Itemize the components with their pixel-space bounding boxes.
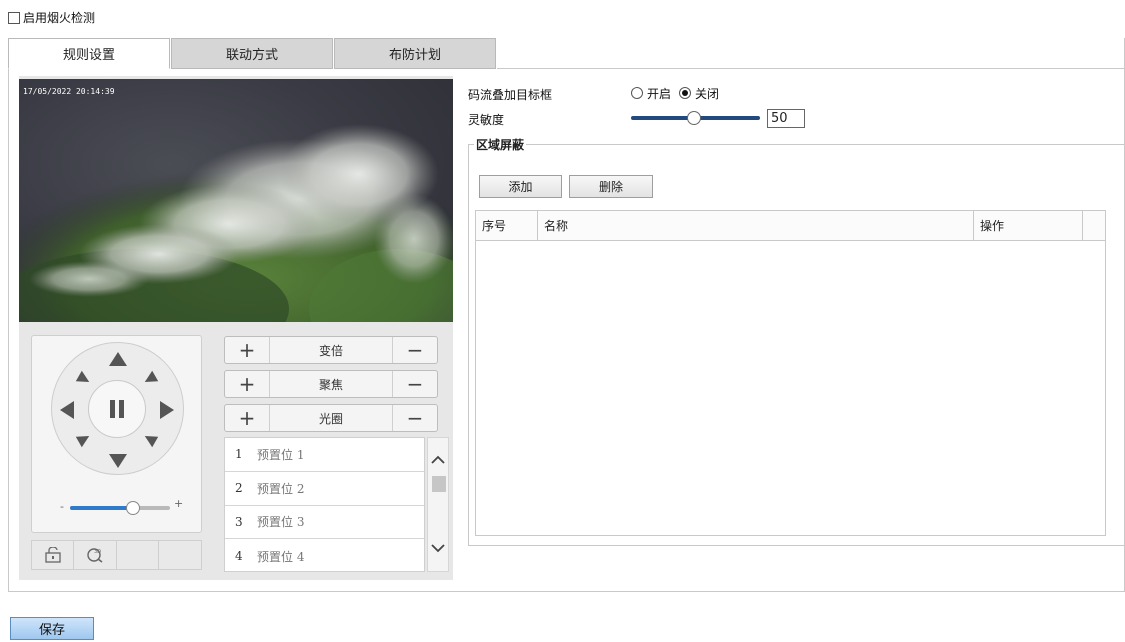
tab-rule-settings[interactable]: 规则设置: [8, 38, 170, 69]
ptz-speed-thumb[interactable]: [126, 501, 140, 515]
scroll-up-icon[interactable]: [428, 454, 448, 466]
preset-item[interactable]: 1 预置位 1: [225, 438, 424, 472]
preset-name: 预置位 4: [257, 549, 305, 564]
tab-divider: [497, 68, 1125, 69]
preset-item[interactable]: 2 预置位 2: [225, 472, 424, 506]
sensitivity-label: 灵敏度: [468, 113, 505, 127]
focus-plus-button[interactable]: +: [225, 371, 269, 397]
overlay-off-radio[interactable]: [679, 87, 691, 99]
iris-plus-button[interactable]: +: [225, 405, 269, 431]
col-actions: 操作: [974, 211, 1083, 240]
3d-zoom-icon[interactable]: 3D: [74, 541, 117, 569]
iris-minus-button[interactable]: −: [393, 405, 437, 431]
save-button[interactable]: 保存: [10, 617, 94, 640]
overlay-off-label: 关闭: [695, 87, 720, 101]
lock-icon[interactable]: [32, 541, 75, 569]
tab-arming-schedule[interactable]: 布防计划: [334, 38, 496, 69]
left-arrow-icon[interactable]: [60, 401, 74, 419]
up-arrow-icon[interactable]: [109, 352, 127, 366]
scroll-down-icon[interactable]: [428, 542, 448, 554]
delete-button[interactable]: 删除: [569, 175, 653, 198]
svg-text:3D: 3D: [94, 549, 101, 555]
enable-checkbox[interactable]: [8, 11, 20, 24]
preset-name: 预置位 2: [257, 481, 305, 496]
table-header: 序号 名称 操作: [476, 211, 1105, 241]
tab-linkage[interactable]: 联动方式: [171, 38, 333, 69]
speed-minus-label: -: [60, 500, 64, 513]
col-spacer: [1083, 211, 1105, 240]
mask-table: 序号 名称 操作: [475, 210, 1106, 536]
col-index: 序号: [476, 211, 538, 240]
focus-label: 聚焦: [269, 371, 393, 397]
enable-smoke-fire-row[interactable]: 启用烟火检测: [8, 9, 95, 26]
preset-number: 4: [235, 549, 243, 564]
focus-control: + 聚焦 −: [224, 370, 438, 398]
tool-slot-4[interactable]: [159, 541, 201, 569]
sensitivity-thumb[interactable]: [687, 111, 701, 125]
enable-label: 启用烟火检测: [23, 11, 96, 25]
zoom-out-button[interactable]: −: [393, 337, 437, 363]
pause-icon: [110, 400, 124, 418]
tab-bar: 规则设置 联动方式 布防计划: [8, 38, 497, 69]
preset-item[interactable]: 3 预置位 3: [225, 506, 424, 540]
smoke-scene: [19, 124, 453, 322]
ptz-speed-slider[interactable]: [70, 506, 170, 510]
focus-minus-button[interactable]: −: [393, 371, 437, 397]
preset-list: 1 预置位 1 2 预置位 2 3 预置位 3 4 预置位 4: [224, 437, 425, 572]
down-arrow-icon[interactable]: [109, 454, 127, 468]
zoom-in-button[interactable]: +: [225, 337, 269, 363]
overlay-target-label: 码流叠加目标框: [468, 88, 553, 102]
video-timestamp: 17/05/2022 20:14:39: [23, 87, 115, 96]
col-name: 名称: [538, 211, 974, 240]
video-preview[interactable]: 17/05/2022 20:14:39: [19, 79, 453, 322]
overlay-on-radio[interactable]: [631, 87, 643, 99]
ptz-speed-fill: [70, 506, 133, 510]
preset-number: 1: [235, 447, 243, 462]
pause-button[interactable]: [88, 380, 146, 438]
preset-item[interactable]: 4 预置位 4: [225, 539, 424, 573]
preset-name: 预置位 3: [257, 515, 305, 530]
ptz-tool-bar: 3D: [31, 540, 202, 570]
right-arrow-icon[interactable]: [160, 401, 174, 419]
region-mask-title: 区域屏蔽: [474, 136, 527, 153]
iris-label: 光圈: [269, 405, 393, 431]
zoom-control: + 变倍 −: [224, 336, 438, 364]
zoom-label: 变倍: [269, 337, 393, 363]
sensitivity-value-input[interactable]: 50: [767, 109, 805, 128]
overlay-on-label: 开启: [647, 87, 672, 101]
speed-plus-label: +: [174, 497, 184, 510]
iris-control: + 光圈 −: [224, 404, 438, 432]
preset-scrollbar[interactable]: [427, 437, 449, 572]
preset-number: 2: [235, 481, 243, 496]
preset-name: 预置位 1: [257, 447, 305, 462]
add-button[interactable]: 添加: [479, 175, 562, 198]
preset-number: 3: [235, 514, 243, 529]
tool-slot-3[interactable]: [117, 541, 159, 569]
scroll-thumb[interactable]: [432, 476, 446, 492]
